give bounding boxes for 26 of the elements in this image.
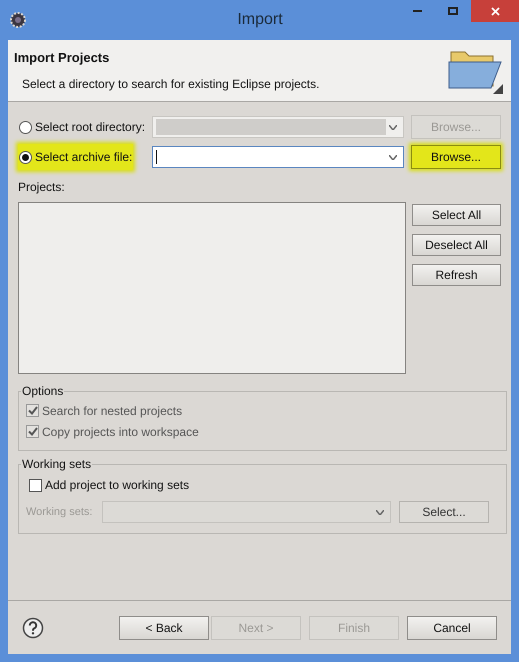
group-title: Working sets (21, 456, 92, 473)
browse-button[interactable]: Browse... (411, 145, 501, 169)
checkbox-option[interactable]: Add project to working sets (29, 473, 499, 497)
close-button[interactable] (471, 0, 519, 22)
list-action-button[interactable]: Deselect All (412, 234, 501, 256)
dropdown-caret-icon (389, 124, 397, 130)
window-title: Import (236, 10, 284, 30)
checkbox[interactable] (29, 478, 42, 492)
page-description: Select a directory to search for existing Eclipse projects. (22, 76, 320, 94)
page-title: Import Projects (14, 48, 110, 67)
wizard-button[interactable]: < Back (119, 616, 209, 640)
help-icon[interactable] (22, 616, 44, 638)
group-title: Options (21, 383, 64, 400)
radio-option[interactable]: Select root directory: (18, 114, 146, 140)
projects-label: Projects: (18, 179, 66, 196)
list-action-button[interactable]: Select All (412, 204, 501, 226)
wizard-button[interactable]: Cancel (407, 616, 497, 640)
dropdown-caret-icon (389, 154, 397, 160)
select-button[interactable]: Select... (399, 501, 489, 523)
working-sets-label: Working sets: (26, 504, 94, 520)
dropdown-caret-icon (376, 510, 384, 514)
radio-option[interactable]: Select archive file: (18, 144, 134, 170)
gear-icon (9, 11, 27, 29)
path-combo-field[interactable] (152, 146, 404, 168)
list-action-button[interactable]: Refresh (412, 264, 501, 286)
close-icon (490, 6, 500, 16)
